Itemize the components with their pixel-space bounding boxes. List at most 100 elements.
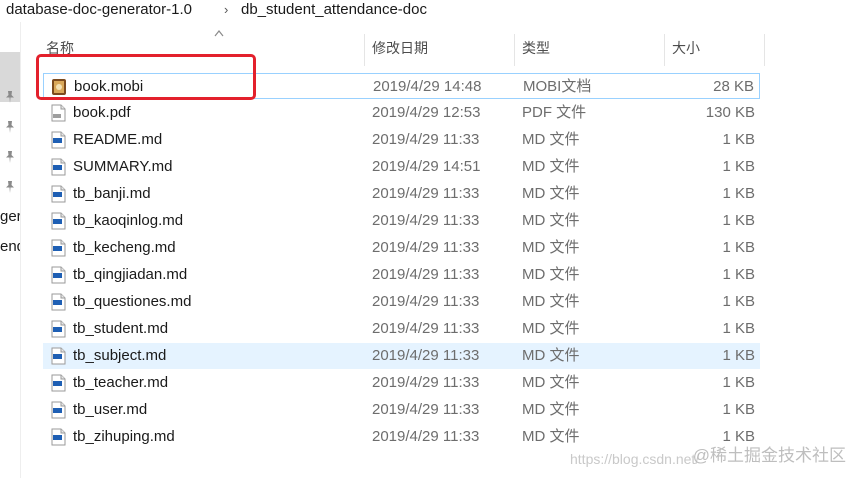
file-type: MD 文件 [522,266,580,283]
file-row[interactable]: tb_subject.md 2019/4/29 11:33 MD 文件 1 KB [43,343,760,369]
nav-item-label[interactable]: ger [0,208,20,225]
file-date: 2019/4/29 11:33 [372,185,480,202]
file-name: tb_kaoqinlog.md [73,212,184,229]
md-file-icon [49,239,67,257]
file-row[interactable]: book.pdf 2019/4/29 12:53 PDF 文件 130 KB [43,100,760,126]
md-file-icon [49,347,67,365]
file-type: MD 文件 [522,347,580,364]
file-row[interactable]: tb_kecheng.md 2019/4/29 11:33 MD 文件 1 KB [43,235,760,261]
file-type: MD 文件 [522,131,580,148]
file-type: MD 文件 [522,293,580,310]
column-header-row: 名称 修改日期 类型 大小 [20,30,785,66]
breadcrumb: database-doc-generator-1.0 › db_student_… [0,0,854,22]
md-file-icon [49,131,67,149]
brand-watermark: @稀土掘金技术社区 [692,446,846,465]
file-row[interactable]: README.md 2019/4/29 11:33 MD 文件 1 KB [43,127,760,153]
file-size: 1 KB [722,347,755,364]
column-header-size[interactable]: 大小 [672,32,700,66]
file-row[interactable]: tb_student.md 2019/4/29 11:33 MD 文件 1 KB [43,316,760,342]
pdf-file-icon [49,104,67,122]
file-type: PDF 文件 [522,104,587,121]
column-header-name[interactable]: 名称 [46,32,74,66]
url-watermark: https://blog.csdn.net/ [570,451,700,467]
file-name: tb_user.md [73,401,148,418]
file-date: 2019/4/29 11:33 [372,293,480,310]
file-size: 1 KB [722,158,755,175]
column-divider[interactable] [664,34,665,66]
file-name: tb_student.md [73,320,169,337]
file-date: 2019/4/29 11:33 [372,374,480,391]
file-size: 1 KB [722,212,755,229]
file-row[interactable]: book.mobi 2019/4/29 14:48 MOBI文档 28 KB [43,73,760,99]
file-type: MD 文件 [522,320,580,337]
file-date: 2019/4/29 11:33 [372,212,480,229]
md-file-icon [49,185,67,203]
file-row[interactable]: tb_questiones.md 2019/4/29 11:33 MD 文件 1 KB [43,289,760,315]
file-date: 2019/4/29 14:48 [373,78,482,95]
file-row[interactable]: tb_user.md 2019/4/29 11:33 MD 文件 1 KB [43,397,760,423]
file-size: 1 KB [722,374,755,391]
file-size: 1 KB [722,293,755,310]
column-divider[interactable] [364,34,365,66]
file-date: 2019/4/29 12:53 [372,104,481,121]
file-name: tb_subject.md [73,347,167,364]
pin-icon[interactable] [3,150,17,164]
md-file-icon [49,212,67,230]
md-file-icon [49,293,67,311]
navigation-pane: ger end [0,22,21,478]
nav-item-label[interactable]: end [0,238,20,255]
file-date: 2019/4/29 11:33 [372,266,480,283]
file-type: MD 文件 [522,239,580,256]
pin-icon[interactable] [3,180,17,194]
sort-ascending-icon [214,30,224,37]
md-file-icon [49,401,67,419]
file-name: tb_teacher.md [73,374,169,391]
file-name: tb_banji.md [73,185,151,202]
breadcrumb-separator[interactable]: › [224,0,228,20]
file-date: 2019/4/29 11:33 [372,131,480,148]
breadcrumb-segment-parent[interactable]: database-doc-generator-1.0 [6,0,192,20]
file-date: 2019/4/29 11:33 [372,401,480,418]
file-size: 28 KB [713,78,754,95]
pin-icon[interactable] [3,120,17,134]
file-row[interactable]: SUMMARY.md 2019/4/29 14:51 MD 文件 1 KB [43,154,760,180]
file-name: tb_qingjiadan.md [73,266,188,283]
file-row[interactable]: tb_teacher.md 2019/4/29 11:33 MD 文件 1 KB [43,370,760,396]
file-name: tb_questiones.md [73,293,192,310]
file-size: 1 KB [722,131,755,148]
breadcrumb-segment-current[interactable]: db_student_attendance-doc [241,0,427,20]
file-type: MOBI文档 [523,78,592,95]
file-row[interactable]: tb_kaoqinlog.md 2019/4/29 11:33 MD 文件 1 KB [43,208,760,234]
file-size: 1 KB [722,239,755,256]
file-size: 1 KB [722,185,755,202]
file-name: tb_kecheng.md [73,239,176,256]
pin-icon[interactable] [3,90,17,104]
md-file-icon [49,374,67,392]
file-row[interactable]: tb_zihuping.md 2019/4/29 11:33 MD 文件 1 KB [43,424,760,450]
file-row[interactable]: tb_qingjiadan.md 2019/4/29 11:33 MD 文件 1 KB [43,262,760,288]
file-size: 130 KB [705,104,755,121]
file-name: SUMMARY.md [73,158,173,175]
mobi-book-icon [50,78,68,96]
file-type: MD 文件 [522,185,580,202]
file-size: 1 KB [722,320,755,337]
file-name: tb_zihuping.md [73,428,175,445]
file-name: book.pdf [73,104,131,121]
file-name: README.md [73,131,163,148]
file-type: MD 文件 [522,428,580,445]
file-row[interactable]: tb_banji.md 2019/4/29 11:33 MD 文件 1 KB [43,181,760,207]
column-divider[interactable] [514,34,515,66]
column-divider[interactable] [764,34,765,66]
file-type: MD 文件 [522,374,580,391]
file-size: 1 KB [722,266,755,283]
column-header-type[interactable]: 类型 [522,32,550,66]
file-type: MD 文件 [522,212,580,229]
file-date: 2019/4/29 11:33 [372,347,480,364]
file-date: 2019/4/29 11:33 [372,428,480,445]
column-header-date[interactable]: 修改日期 [372,32,428,66]
file-size: 1 KB [722,401,755,418]
file-date: 2019/4/29 14:51 [372,158,481,175]
file-date: 2019/4/29 11:33 [372,320,480,337]
file-date: 2019/4/29 11:33 [372,239,480,256]
md-file-icon [49,266,67,284]
